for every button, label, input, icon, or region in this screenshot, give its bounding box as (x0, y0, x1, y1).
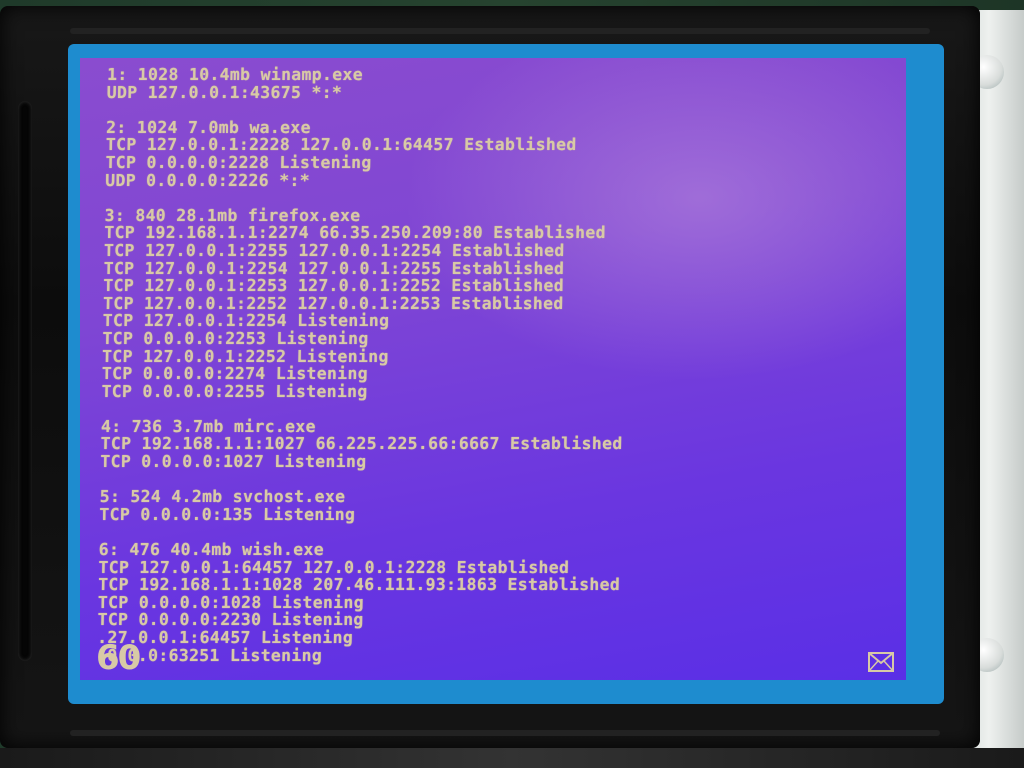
process-header-line: 5: 524 4.2mb svchost.exe (99, 487, 346, 507)
connection-line: TCP 192.168.1.1:2274 66.35.250.209:80 Es… (104, 223, 606, 243)
process-header-line: 4: 736 3.7mb mirc.exe (100, 416, 317, 436)
process-header-line: 6: 476 40.4mb wish.exe (98, 540, 325, 560)
connection-line: TCP 127.0.0.1:2254 Listening (102, 311, 390, 331)
bezel-groove (70, 730, 940, 736)
connection-line: TCP 0.0.0.0:135 Listening (99, 504, 356, 524)
connection-line: TCP 0.0.0.0:2255 Listening (101, 381, 368, 401)
process-header-line: 1: 1028 10.4mb winamp.exe (106, 65, 364, 84)
bezel-groove (70, 28, 930, 34)
connection-line: TCP 0.0.0.0:1028 Listening (97, 592, 365, 612)
connection-line: TCP 0.0.0.0:2274 Listening (101, 364, 369, 384)
lcd-screen: 1: 1028 10.4mb winamp.exe UDP 127.0.0.1:4… (80, 58, 906, 680)
connection-line: TCP 127.0.0.1:2254 127.0.0.1:2255 Establ… (103, 258, 565, 278)
connection-line: .27.0.0.1:64457 Listening (97, 628, 354, 647)
connection-line: TCP 127.0.0.1:2252 127.0.0.1:2253 Establ… (102, 293, 564, 313)
connection-line: TCP 127.0.0.1:2255 127.0.0.1:2254 Establ… (103, 240, 565, 260)
connection-line: TCP 0.0.0.0:2253 Listening (102, 328, 369, 348)
connection-line: TCP 127.0.0.1:2253 127.0.0.1:2252 Establ… (103, 276, 565, 296)
counter-readout: 60 (96, 638, 141, 678)
connection-line: UDP 127.0.0.1:43675 *:* (106, 82, 343, 102)
bottom-strip (0, 748, 1024, 768)
connection-line: TCP 0.0.0.0:2228 Listening (105, 152, 372, 172)
process-header-line: 3: 840 28.1mb firefox.exe (104, 205, 361, 225)
connection-line: TCP 127.0.0.1:64457 127.0.0.1:2228 Estab… (98, 557, 570, 577)
connection-line: UDP 0.0.0.0:2226 *:* (105, 170, 311, 190)
connection-line: TCP 0.0.0.0:1027 Listening (100, 452, 367, 472)
connection-line: TCP 127.0.0.1:2252 Listening (101, 346, 389, 366)
process-connection-list: 1: 1028 10.4mb winamp.exe UDP 127.0.0.1:4… (96, 65, 906, 665)
connection-line: .0.0.0:63251 Listening (96, 645, 323, 665)
process-header-line: 2: 1024 7.0mb wa.exe (105, 117, 312, 137)
connection-line: TCP 192.168.1.1:1028 207.46.111.93:1863 … (98, 575, 621, 595)
connection-line: TCP 192.168.1.1:1027 66.225.225.66:6667 … (100, 434, 623, 454)
connection-line: TCP 0.0.0.0:2230 Listening (97, 610, 364, 630)
mail-icon (868, 652, 894, 672)
connection-line: TCP 127.0.0.1:2228 127.0.0.1:64457 Estab… (105, 135, 577, 155)
bezel-slot (18, 101, 32, 661)
